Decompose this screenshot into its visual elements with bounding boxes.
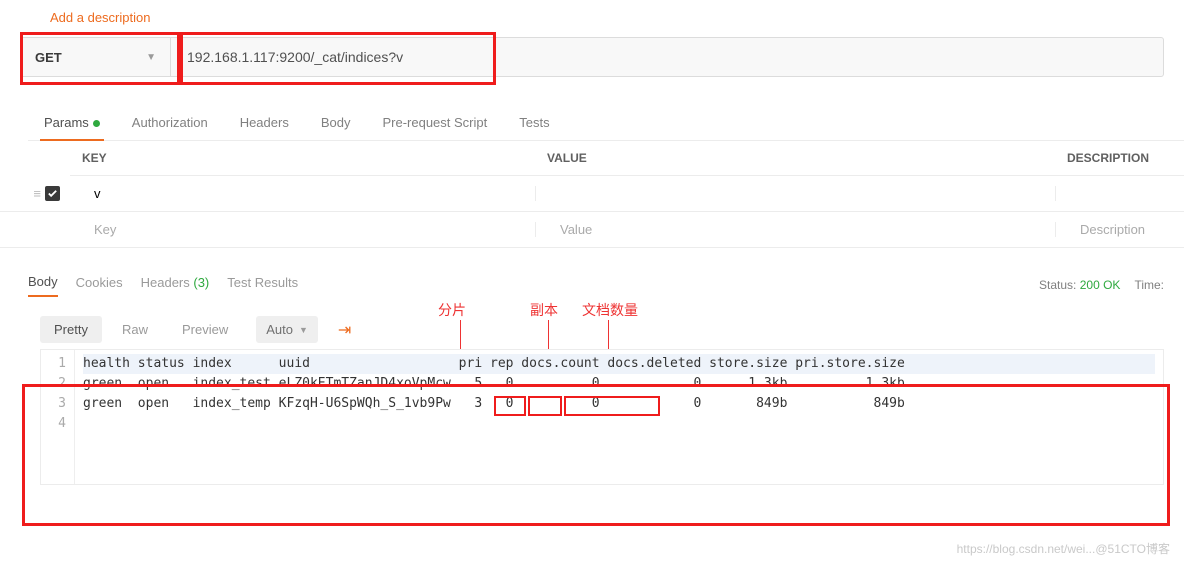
param-value-input[interactable] xyxy=(548,186,1055,201)
view-preview[interactable]: Preview xyxy=(168,316,242,343)
response-view-bar: Pretty Raw Preview Auto▼ ⇥ xyxy=(40,316,1184,343)
view-raw[interactable]: Raw xyxy=(108,316,162,343)
param-value-input-empty[interactable] xyxy=(548,222,1055,237)
active-dot-icon xyxy=(93,120,100,127)
resp-tab-headers[interactable]: Headers (3) xyxy=(141,275,210,296)
request-bar: GET ▼ 192.168.1.117:9200/_cat/indices?v xyxy=(20,37,1164,77)
annotation-docs: 文档数量 xyxy=(582,300,638,320)
tab-authorization[interactable]: Authorization xyxy=(116,107,224,140)
response-tabs: Body Cookies Headers (3) Test Results St… xyxy=(28,272,1184,298)
param-key-input[interactable] xyxy=(82,186,535,201)
url-input[interactable]: 192.168.1.117:9200/_cat/indices?v xyxy=(171,38,1163,76)
resp-tab-body[interactable]: Body xyxy=(28,274,58,297)
response-status: Status: 200 OK Time: xyxy=(1039,278,1164,292)
param-desc-input[interactable] xyxy=(1068,186,1184,201)
annotation-shard: 分片 xyxy=(438,300,466,320)
drag-handle-icon[interactable]: ≡ xyxy=(33,186,39,201)
tab-prerequest[interactable]: Pre-request Script xyxy=(366,107,503,140)
request-tabs: Params Authorization Headers Body Pre-re… xyxy=(28,107,1184,141)
params-row-empty xyxy=(0,212,1184,248)
params-header: KEY VALUE DESCRIPTION xyxy=(70,141,1184,176)
row-checkbox[interactable] xyxy=(45,186,60,201)
header-key: KEY xyxy=(70,151,535,165)
chevron-down-icon: ▼ xyxy=(146,52,156,63)
tab-headers[interactable]: Headers xyxy=(224,107,305,140)
add-description-link[interactable]: Add a description xyxy=(50,10,150,25)
param-desc-input-empty[interactable] xyxy=(1068,222,1184,237)
line-gutter: 1234 xyxy=(41,350,75,484)
annotation-replica: 副本 xyxy=(530,300,558,320)
tab-tests[interactable]: Tests xyxy=(503,107,565,140)
response-body: 1234 health status index uuid pri rep do… xyxy=(40,349,1164,485)
header-value: VALUE xyxy=(535,151,1055,165)
tab-body[interactable]: Body xyxy=(305,107,367,140)
wrap-lines-icon[interactable]: ⇥ xyxy=(338,320,351,340)
response-text[interactable]: health status index uuid pri rep docs.co… xyxy=(75,350,1163,484)
watermark: https://blog.csdn.net/wei...@51CTO博客 xyxy=(957,540,1170,557)
http-method-select[interactable]: GET ▼ xyxy=(21,38,171,76)
param-key-input-empty[interactable] xyxy=(82,222,535,237)
resp-tab-tests[interactable]: Test Results xyxy=(227,275,298,296)
view-pretty[interactable]: Pretty xyxy=(40,316,102,343)
resp-tab-cookies[interactable]: Cookies xyxy=(76,275,123,296)
params-row: ≡ xyxy=(0,176,1184,212)
header-desc: DESCRIPTION xyxy=(1055,151,1184,165)
http-method-label: GET xyxy=(35,50,62,65)
tab-params[interactable]: Params xyxy=(28,107,116,140)
content-type-select[interactable]: Auto▼ xyxy=(256,316,318,343)
